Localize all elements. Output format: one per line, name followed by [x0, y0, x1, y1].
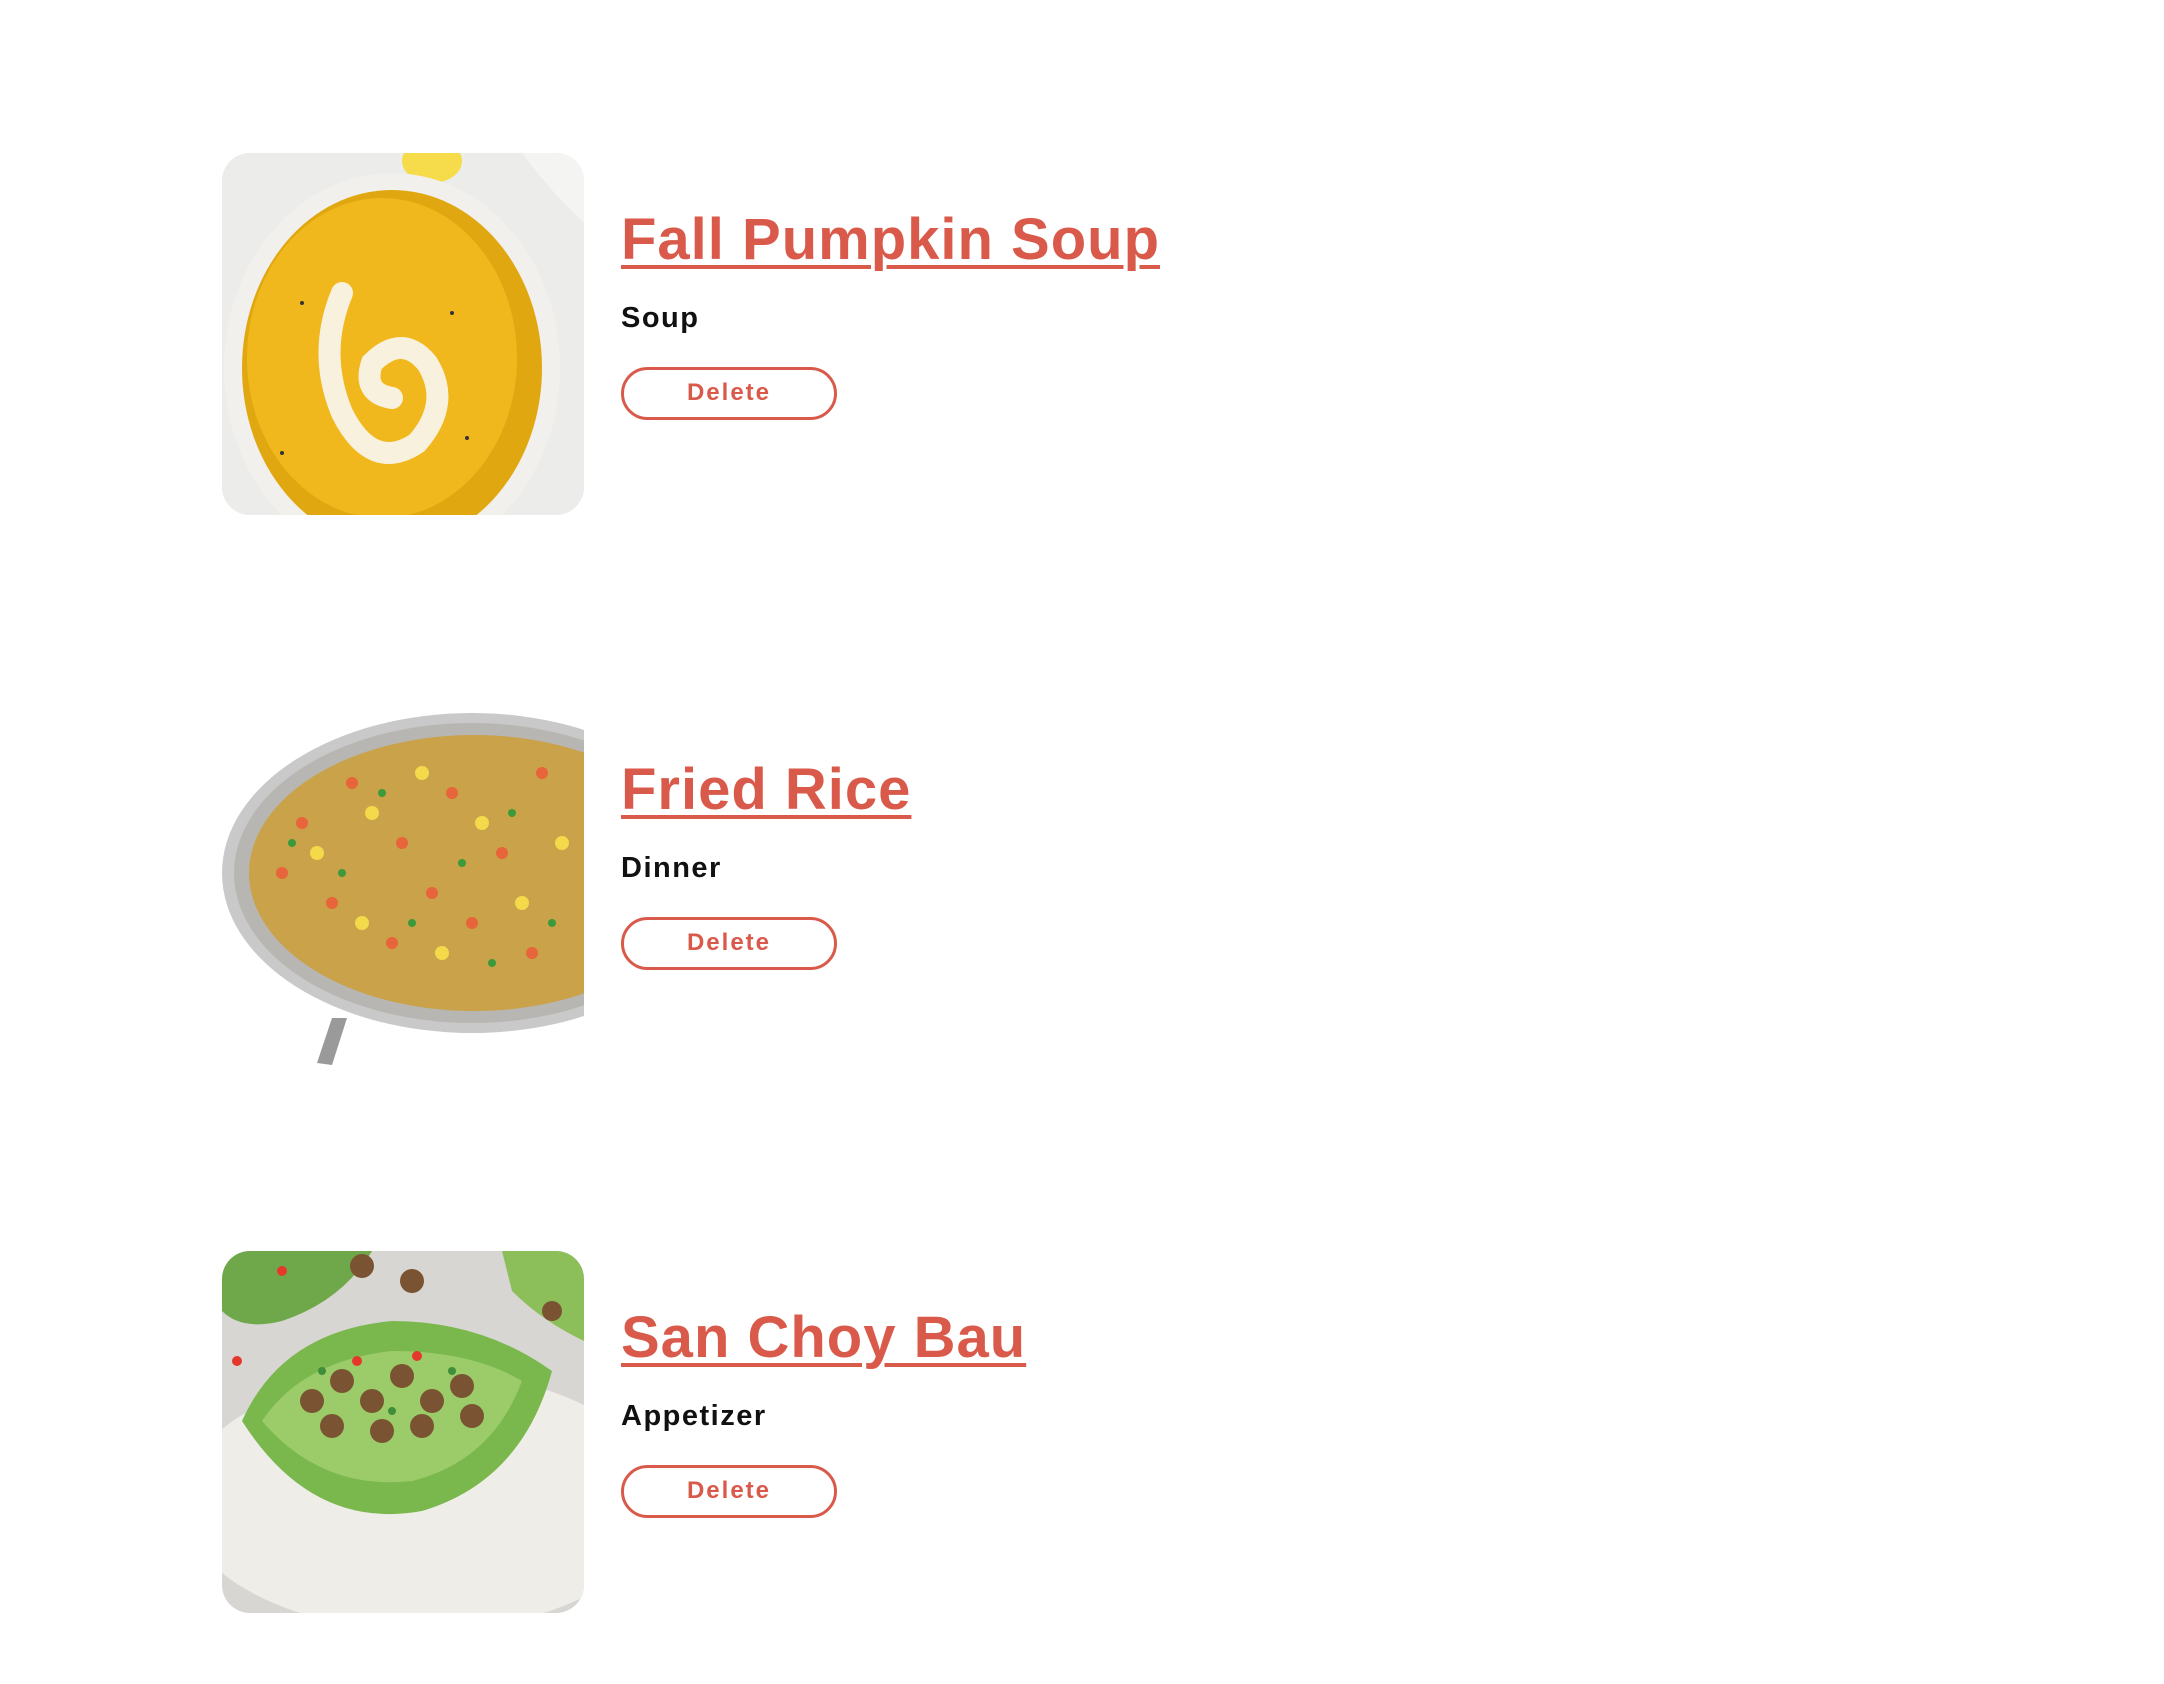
- recipe-title-link[interactable]: Fall Pumpkin Soup: [621, 208, 1160, 272]
- recipe-card: San Choy Bau Appetizer Delete: [222, 1251, 1026, 1613]
- recipe-card: Fried Rice Dinner Delete: [222, 703, 911, 1065]
- delete-button[interactable]: Delete: [621, 366, 837, 420]
- recipe-title-link[interactable]: Fried Rice: [621, 758, 911, 822]
- delete-button[interactable]: Delete: [621, 916, 837, 970]
- recipe-category: Dinner: [621, 851, 722, 884]
- recipe-info: Fall Pumpkin Soup Soup Delete: [621, 208, 1160, 420]
- recipe-category: Appetizer: [621, 1399, 767, 1432]
- recipe-image-pumpkin-soup[interactable]: [222, 153, 584, 515]
- recipe-category: Soup: [621, 301, 700, 334]
- recipe-card: Fall Pumpkin Soup Soup Delete: [222, 153, 1160, 515]
- recipe-image-san-choy-bau[interactable]: [222, 1251, 584, 1613]
- recipe-info: Fried Rice Dinner Delete: [621, 758, 911, 970]
- recipe-info: San Choy Bau Appetizer Delete: [621, 1306, 1026, 1518]
- recipe-title-link[interactable]: San Choy Bau: [621, 1306, 1026, 1370]
- recipe-image-fried-rice[interactable]: [222, 703, 584, 1065]
- recipe-list-page: Fall Pumpkin Soup Soup Delete Fried Rice…: [0, 0, 2164, 1684]
- delete-button[interactable]: Delete: [621, 1464, 837, 1518]
